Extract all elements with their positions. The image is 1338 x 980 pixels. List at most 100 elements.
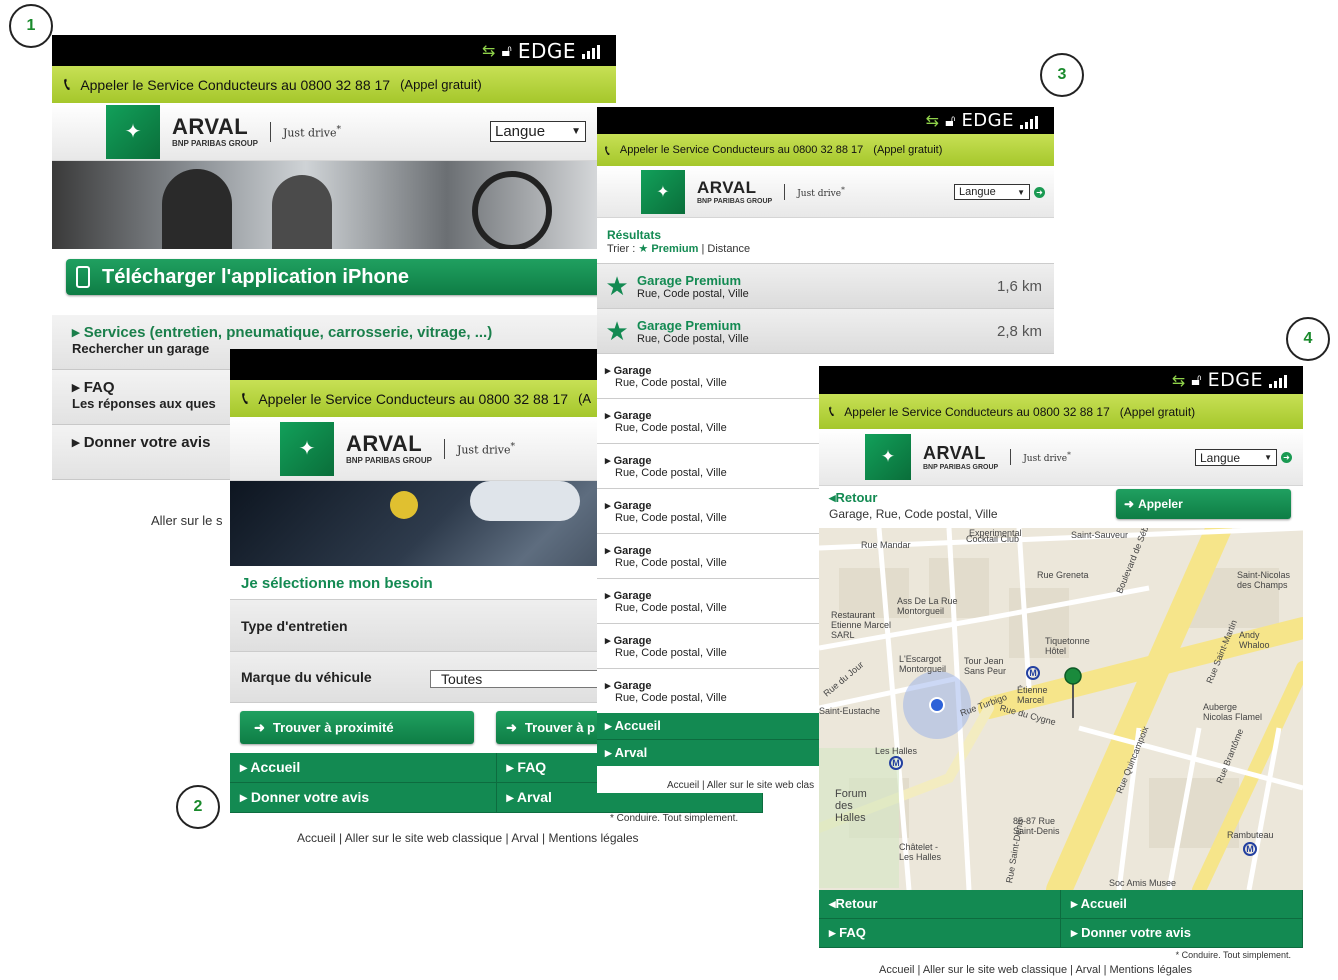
brand-name: ARVAL BNP PARIBAS GROUP xyxy=(923,444,998,471)
map-label: Tour Jean Sans Peur xyxy=(964,656,1007,676)
map-label: Saint-Eustache xyxy=(819,706,881,716)
footer-feedback[interactable]: ▸ Donner votre avis xyxy=(1061,919,1303,948)
status-bar: ⇆ 🔓︎ EDGE xyxy=(819,366,1303,394)
sort-distance[interactable]: Distance xyxy=(707,243,750,255)
result-name-label: Garage xyxy=(613,409,652,422)
metro-icon: M xyxy=(889,756,903,770)
network-icon: ⇆ xyxy=(925,111,940,130)
screen-4-map: ⇆ 🔓︎ EDGE 📞︎ Appeler le Service Conducte… xyxy=(819,366,1303,980)
brand-name: ARVAL BNP PARIBAS GROUP xyxy=(346,430,432,465)
vehicle-brand-select[interactable]: Toutes xyxy=(430,670,600,688)
language-selector[interactable]: Langue ▼ ➜ xyxy=(1195,449,1292,466)
detail-header: ◂Retour Garage, Rue, Code postal, Ville … xyxy=(819,486,1303,528)
result-address: Rue, Code postal, Ville xyxy=(637,332,749,345)
back-link[interactable]: ◂Retour xyxy=(829,490,877,506)
result-name-label: Garage xyxy=(613,364,652,377)
tagline-text: Just drive xyxy=(456,443,511,457)
map-label: L'Escargot Montorgueil xyxy=(899,654,947,674)
classic-site-link[interactable]: Aller sur le s xyxy=(151,513,223,528)
map-label: Les Halles xyxy=(875,746,918,756)
map-label: Rue Saint-Martin xyxy=(1204,618,1239,685)
map-label: Rambuteau xyxy=(1227,830,1274,840)
result-name: ▸ Garage xyxy=(605,364,652,377)
result-name: Garage Premium xyxy=(637,272,742,288)
call-button-label: Appeler xyxy=(1138,497,1183,511)
language-label: Langue xyxy=(1200,450,1241,465)
result-name: ▸ Garage xyxy=(605,634,652,647)
download-iphone-app-button[interactable]: Télécharger l'application iPhone xyxy=(66,259,602,295)
result-address: Rue, Code postal, Ville xyxy=(615,511,727,524)
call-button[interactable]: ➜ Appeler xyxy=(1116,489,1291,519)
find-nearby-label: Trouver à proximité xyxy=(272,720,394,735)
map-label: Rue Greneta xyxy=(1037,570,1089,580)
edge-label: EDGE xyxy=(961,110,1014,131)
menu-feedback-label: Donner votre avis xyxy=(83,434,211,451)
sort-bar: Trier : ★ Premium | Distance xyxy=(607,242,1044,255)
lock-icon: 🔓︎ xyxy=(1191,370,1202,389)
find-other-label: Trouver à p xyxy=(524,720,595,735)
footer-accueil-label: Accueil xyxy=(1080,896,1127,911)
brand-bar: ✦ ARVAL BNP PARIBAS GROUP Just drive* La… xyxy=(52,103,616,161)
brand-bar: ✦ ARVAL BNP PARIBAS GROUP Just drive* La… xyxy=(819,429,1303,486)
tagline-text: Just drive xyxy=(1023,454,1068,464)
footer-back[interactable]: ◂Retour xyxy=(819,890,1061,919)
footer-accueil[interactable]: ▸ Accueil xyxy=(230,753,497,783)
footer-faq-label: FAQ xyxy=(517,759,547,775)
result-name: ▸ Garage xyxy=(605,454,652,467)
result-name-label: Garage xyxy=(613,454,652,467)
result-address: Rue, Code postal, Ville xyxy=(615,691,727,704)
footer-accueil[interactable]: ▸ Accueil xyxy=(1061,890,1303,919)
result-name-label: Garage xyxy=(613,589,652,602)
iphone-icon xyxy=(76,266,90,288)
premium-result-row[interactable]: ★ Garage Premium Rue, Code postal, Ville 2,… xyxy=(597,309,1054,354)
tagline: Just drive* xyxy=(1023,450,1071,464)
maintenance-type-label: Type d'entretien xyxy=(241,617,348,634)
phone-icon: 📞︎ xyxy=(64,74,71,94)
map-label: Cocktail Club xyxy=(966,534,1020,544)
sort-premium[interactable]: Premium xyxy=(651,243,698,255)
brand-title: ARVAL xyxy=(346,430,423,456)
sort-separator: | xyxy=(701,243,705,255)
network-icon: ⇆ xyxy=(482,41,496,60)
phone-icon: 📞︎ xyxy=(605,141,610,158)
map-label: Soc Amis Musee xyxy=(1109,878,1177,888)
detail-footer-nav: ◂Retour ▸ Accueil ▸ FAQ ▸ Donner votre a… xyxy=(819,890,1303,948)
arval-logo-icon: ✦ xyxy=(280,421,334,476)
footer-feedback[interactable]: ▸ Donner votre avis xyxy=(230,783,497,813)
metro-icon: M xyxy=(1026,666,1040,680)
result-name: ▸ Garage xyxy=(605,679,652,692)
result-distance: 2,8 km xyxy=(996,322,1042,340)
brand-title: ARVAL xyxy=(697,177,757,197)
brand-group: BNP PARIBAS GROUP xyxy=(172,138,258,148)
tagline-mark: * xyxy=(1067,450,1071,459)
go-arrow-icon[interactable]: ➜ xyxy=(1034,186,1045,198)
go-arrow-icon[interactable]: ➜ xyxy=(1281,452,1292,463)
call-free-partial: (A xyxy=(578,391,592,406)
footer-faq[interactable]: ▸ FAQ xyxy=(819,919,1061,948)
bottom-links[interactable]: Accueil | Aller sur le site web classiqu… xyxy=(297,831,639,845)
bottom-links[interactable]: Accueil | Aller sur le site web classiqu… xyxy=(879,964,1192,976)
call-text: Appeler le Service Conducteurs au 0800 3… xyxy=(844,404,1110,419)
footer-faq-label: FAQ xyxy=(839,925,866,940)
call-bar[interactable]: 📞︎ Appeler le Service Conducteurs au 080… xyxy=(52,66,616,103)
arval-logo-icon: ✦ xyxy=(641,169,685,214)
vehicle-brand-label: Marque du véhicule xyxy=(241,669,372,685)
language-selector[interactable]: Langue ▼ ➜ xyxy=(954,184,1045,200)
result-info: ▸ Garage Rue, Code postal, Ville xyxy=(605,454,727,479)
premium-results: ★ Garage Premium Rue, Code postal, Ville 1,… xyxy=(597,263,1054,354)
result-info: ▸ Garage Rue, Code postal, Ville xyxy=(605,634,727,659)
call-bar[interactable]: 📞︎ Appeler le Service Conducteurs au 080… xyxy=(597,134,1054,166)
map-label: Tiquetonne Hôtel xyxy=(1045,636,1090,656)
garage-address: Garage, Rue, Code postal, Ville xyxy=(829,507,998,521)
map-view[interactable]: Rue Mandar Experimental Cocktail Club Sa… xyxy=(819,528,1303,890)
find-nearby-button[interactable]: ➜ Trouver à proximité xyxy=(240,711,474,744)
result-info: Garage Premium Rue, Code postal, Ville xyxy=(637,318,749,345)
call-bar[interactable]: 📞︎ Appeler le Service Conducteurs au 080… xyxy=(819,394,1303,429)
star-icon: ★ xyxy=(605,270,629,301)
language-selector[interactable]: Langue ▼ xyxy=(490,121,586,142)
result-name-label: Garage xyxy=(613,544,652,557)
call-text: Appeler le Service Conducteurs au 0800 3… xyxy=(258,390,569,407)
language-label: Langue xyxy=(495,123,546,140)
metro-label: M xyxy=(1246,844,1254,854)
premium-result-row[interactable]: ★ Garage Premium Rue, Code postal, Ville 1,… xyxy=(597,264,1054,309)
